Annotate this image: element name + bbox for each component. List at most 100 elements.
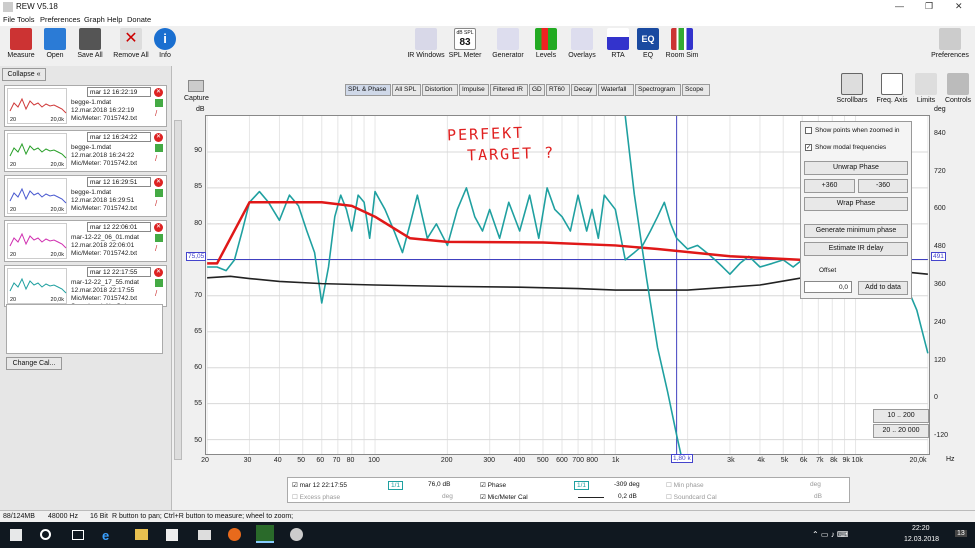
pencil-icon[interactable]: / [155,155,163,163]
measurement-name-input[interactable]: mar 12 16:29:51 [87,177,151,187]
chart-icon[interactable] [155,189,163,197]
minus-360-button[interactable]: -360 [858,179,908,193]
measurement-name-input[interactable]: mar 12 16:24:22 [87,132,151,142]
measurement-card[interactable]: 20 20,0k mar 12 22:17:55 ✕ mar-12-22_17_… [4,265,167,310]
legend-excess[interactable]: ☐ Excess phase [292,493,340,501]
graph-tab[interactable]: SPL & Phase [345,84,391,96]
task-view-icon[interactable] [72,530,84,540]
menu-tools[interactable]: Tools [17,15,35,24]
measurement-name-input[interactable]: mar 12 22:17:55 [87,267,151,277]
app-taskbar-icon[interactable] [290,528,303,541]
menu-help[interactable]: Help [107,15,122,24]
menu-graph[interactable]: Graph [84,15,105,24]
chart-icon[interactable] [155,234,163,242]
range-10-200-button[interactable]: 10 .. 200 [873,409,929,423]
measure-button[interactable]: Measure [6,28,36,59]
rew-taskbar-icon[interactable] [256,525,274,543]
legend-phase[interactable]: ☑ Phase [480,481,506,489]
legend-mic-cal[interactable]: ☑ Mic/Meter Cal [480,493,528,501]
save-all-button[interactable]: Save All [74,28,106,59]
add-to-data-button[interactable]: Add to data [858,281,908,295]
show-points-checkbox[interactable] [805,127,812,134]
remove-all-button[interactable]: ✕ Remove All [112,28,150,59]
limits-button[interactable]: Limits [914,73,938,104]
graph-tab[interactable]: All SPL [392,84,421,96]
change-cal-button[interactable]: Change Cal... [6,357,62,370]
legend-soundcard-cal[interactable]: ☐ Soundcard Cal [666,493,717,501]
chart-icon[interactable] [155,99,163,107]
levels-button[interactable]: Levels [532,28,560,59]
chart-icon[interactable] [155,279,163,287]
camera-icon[interactable] [188,80,204,92]
edge-icon[interactable]: e [102,528,116,543]
spl-meter-button[interactable]: dB SPL 83 SPL Meter [448,28,482,59]
ir-windows-button[interactable]: IR Windows [406,28,446,59]
remove-measurement-icon[interactable]: ✕ [154,133,163,142]
legend-min-phase[interactable]: ☐ Min phase [666,481,704,489]
graph-tab[interactable]: Impulse [459,84,489,96]
show-modal-option[interactable]: ✓ Show modal frequencies [805,144,886,151]
info-button[interactable]: i Info [154,28,176,59]
system-tray-icons[interactable]: ⌃ ▭ ♪ ⌨ [812,530,848,539]
open-button[interactable]: Open [42,28,68,59]
close-button[interactable]: ✕ [955,1,963,12]
freq-axis-button[interactable]: Freq. Axis [874,73,910,104]
graph-tab[interactable]: Filtered IR [490,84,528,96]
menu-preferences[interactable]: Preferences [40,15,80,24]
legend-meas[interactable]: ☑ mar 12 22:17:55 [292,481,347,489]
generator-button[interactable]: Generator [490,28,526,59]
legend-meas-scale[interactable]: 1/1 [388,481,404,490]
eq-button[interactable]: EQ EQ [636,28,660,59]
search-icon[interactable] [40,529,51,540]
wrap-phase-button[interactable]: Wrap Phase [804,197,908,211]
remove-measurement-icon[interactable]: ✕ [154,178,163,187]
measurement-name-input[interactable]: mar 12 22:06:01 [87,222,151,232]
estimate-ir-delay-button[interactable]: Estimate IR delay [804,242,908,256]
collapse-button[interactable]: Collapse « [2,68,46,81]
pencil-icon[interactable]: / [155,200,163,208]
windows-start-icon[interactable] [10,529,22,541]
graph-tab[interactable]: Waterfall [598,84,634,96]
measurement-card[interactable]: 20 20,0k mar 12 16:29:51 ✕ begge-1.mdat … [4,175,167,217]
offset-input[interactable]: 0,0 [804,281,852,293]
graph-tab[interactable]: Spectrogram [635,84,681,96]
notification-badge[interactable]: 13 [955,530,967,537]
measurement-card[interactable]: 20 20,0k mar 12 16:22:19 ✕ begge-1.mdat … [4,85,167,127]
firefox-icon[interactable] [228,528,241,541]
preferences-button[interactable]: Preferences [928,28,972,59]
pencil-icon[interactable]: / [155,245,163,253]
measurement-card[interactable]: 20 20,0k mar 12 22:06:01 ✕ mar-12-22_06_… [4,220,167,262]
unwrap-phase-button[interactable]: Unwrap Phase [804,161,908,175]
graph-vertical-scrollbar[interactable] [174,120,182,460]
rta-button[interactable]: RTA [606,28,630,59]
legend-phase-scale[interactable]: 1/1 [574,481,590,490]
chart-icon[interactable] [155,144,163,152]
store-icon[interactable] [166,529,178,541]
graph-tab[interactable]: GD [529,84,545,96]
show-points-option[interactable]: Show points when zoomed in [805,127,900,134]
remove-measurement-icon[interactable]: ✕ [154,223,163,232]
graph-tab[interactable]: Distortion [422,84,458,96]
scrollbars-button[interactable]: Scrollbars [836,73,868,104]
graph-tab[interactable]: Decay [571,84,597,96]
minimize-button[interactable]: — [895,1,904,11]
controls-button[interactable]: Controls [943,73,973,104]
pencil-icon[interactable]: / [155,290,163,298]
measurement-card[interactable]: 20 20,0k mar 12 16:24:22 ✕ begge-1.mdat … [4,130,167,172]
overlays-button[interactable]: Overlays [566,28,598,59]
room-sim-button[interactable]: Room Sim [664,28,700,59]
graph-tab[interactable]: Scope [682,84,710,96]
generate-min-phase-button[interactable]: Generate minimum phase [804,224,908,238]
maximize-button[interactable]: ❐ [925,1,933,12]
graph-tab[interactable]: RT60 [546,84,570,96]
file-explorer-icon[interactable] [135,529,148,540]
show-modal-checkbox[interactable]: ✓ [805,144,812,151]
remove-measurement-icon[interactable]: ✕ [154,268,163,277]
pencil-icon[interactable]: / [155,110,163,118]
range-20-20000-button[interactable]: 20 .. 20 000 [873,424,929,438]
menu-file[interactable]: File [3,15,15,24]
measurement-name-input[interactable]: mar 12 16:22:19 [87,87,151,97]
menu-donate[interactable]: Donate [127,15,151,24]
mail-icon[interactable] [198,530,211,540]
plus-360-button[interactable]: +360 [804,179,855,193]
